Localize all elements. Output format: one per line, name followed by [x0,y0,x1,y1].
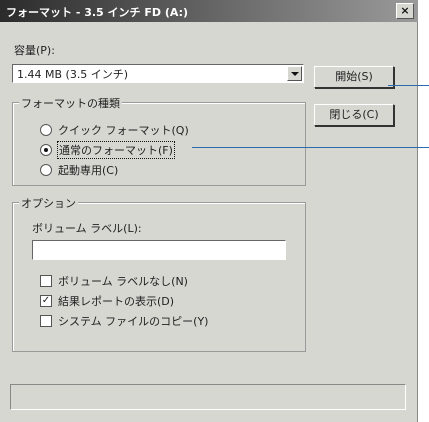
format-type-title: フォーマットの種類 [19,95,122,111]
options-title: オプション [19,195,78,211]
radio-boot-only[interactable]: 起動専用(C) [40,162,118,178]
callout-line-start [388,85,429,86]
close-icon: × [400,4,410,17]
radio-button[interactable] [40,164,52,176]
radio-label: クイック フォーマット(Q) [58,124,189,137]
checkbox[interactable] [40,315,52,327]
radio-label: 通常のフォーマット(F) [57,141,175,159]
radio-full-format[interactable]: 通常のフォーマット(F) [40,141,175,159]
close-button[interactable]: 閉じる(C) [314,104,394,126]
radio-quick-format[interactable]: クイック フォーマット(Q) [40,122,189,138]
radio-button[interactable] [40,124,52,136]
title-bar: フォーマット - 3.5 インチ FD (A:) × [0,0,418,22]
radio-label: 起動専用(C) [58,164,119,177]
checkbox-label: ボリューム ラベルなし(N) [58,275,188,288]
capacity-value: 1.44 MB (3.5 インチ) [17,68,129,81]
checkbox-copy-system[interactable]: システム ファイルのコピー(Y) [40,313,208,329]
capacity-select[interactable]: 1.44 MB (3.5 インチ) [12,64,304,83]
volume-label-caption: ボリューム ラベル(L): [32,222,142,235]
callout-line-format [192,147,429,148]
dialog-title: フォーマット - 3.5 インチ FD (A:) [6,6,189,19]
volume-label-input[interactable] [32,240,286,260]
start-button[interactable]: 開始(S) [314,66,394,88]
checkbox-label: 結果レポートの表示(D) [58,295,175,308]
checkbox[interactable] [40,275,52,287]
capacity-label: 容量(P): [14,44,55,57]
radio-button-selected[interactable] [40,144,52,156]
close-window-button[interactable]: × [396,3,414,19]
format-dialog: フォーマット - 3.5 インチ FD (A:) × 容量(P): 1.44 M… [0,0,418,422]
checkbox-show-report[interactable]: ✓ 結果レポートの表示(D) [40,293,174,309]
checkbox-checked[interactable]: ✓ [40,295,52,307]
chevron-down-icon[interactable] [287,66,302,81]
progress-bar [10,384,406,410]
checkbox-label: システム ファイルのコピー(Y) [58,315,209,328]
checkbox-no-label[interactable]: ボリューム ラベルなし(N) [40,273,188,289]
